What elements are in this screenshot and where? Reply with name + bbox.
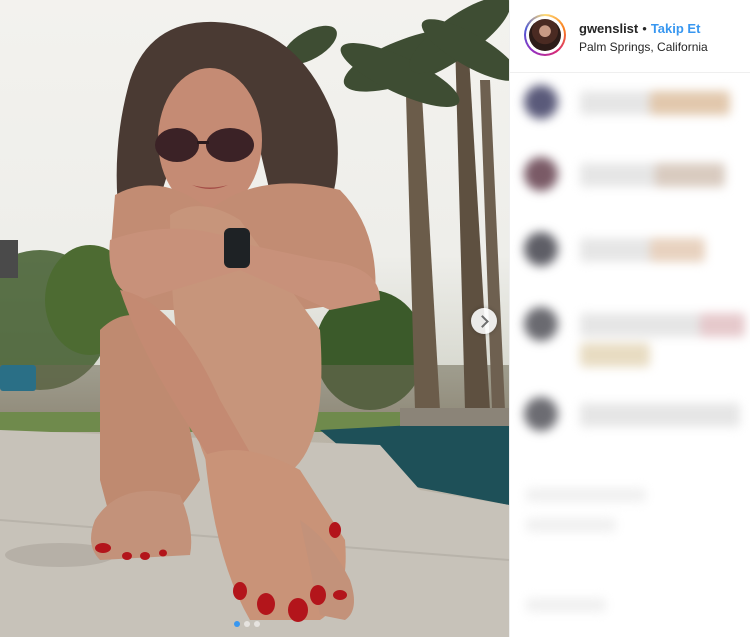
blurred-text (526, 488, 646, 502)
blurred-avatar (524, 397, 558, 431)
instagram-post: gwenslist • Takip Et Palm Springs, Califor… (0, 0, 750, 637)
carousel-indicator (234, 621, 260, 627)
blurred-text (526, 518, 616, 532)
blurred-text (700, 313, 745, 337)
blurred-comment (510, 393, 750, 453)
location-link[interactable]: Palm Springs, California (579, 40, 708, 54)
blurred-text (650, 238, 705, 262)
blurred-avatar (524, 232, 558, 266)
separator-dot: • (642, 21, 647, 36)
blurred-comment (510, 303, 750, 373)
avatar[interactable] (524, 14, 566, 56)
follow-button[interactable]: Takip Et (651, 21, 701, 36)
blurred-text (655, 163, 725, 187)
blurred-comment (510, 153, 750, 213)
blurred-text (580, 343, 650, 367)
blurred-comment (510, 228, 750, 288)
blurred-avatar (524, 85, 558, 119)
user-line: gwenslist • Takip Et (579, 21, 700, 36)
blurred-comment (510, 588, 750, 628)
avatar-ring (526, 16, 564, 54)
post-header: gwenslist • Takip Et Palm Springs, Califor… (510, 0, 750, 73)
carousel-dot (234, 621, 240, 627)
carousel-dot (254, 621, 260, 627)
next-photo-button[interactable] (471, 308, 497, 334)
blurred-text (650, 91, 730, 115)
blurred-avatar (524, 307, 558, 341)
blurred-comment (510, 478, 750, 548)
blurred-text (580, 403, 740, 427)
blurred-avatar (524, 157, 558, 191)
username-link[interactable]: gwenslist (579, 21, 638, 36)
post-photo[interactable] (0, 0, 509, 637)
comments-list (510, 73, 750, 637)
chevron-right-icon (475, 314, 489, 328)
post-side-panel: gwenslist • Takip Et Palm Springs, Califor… (509, 0, 750, 637)
carousel-dot (244, 621, 250, 627)
avatar-image (529, 19, 561, 51)
post-photo-illustration (0, 0, 509, 637)
blurred-text (526, 598, 606, 612)
blurred-comment (510, 81, 750, 141)
